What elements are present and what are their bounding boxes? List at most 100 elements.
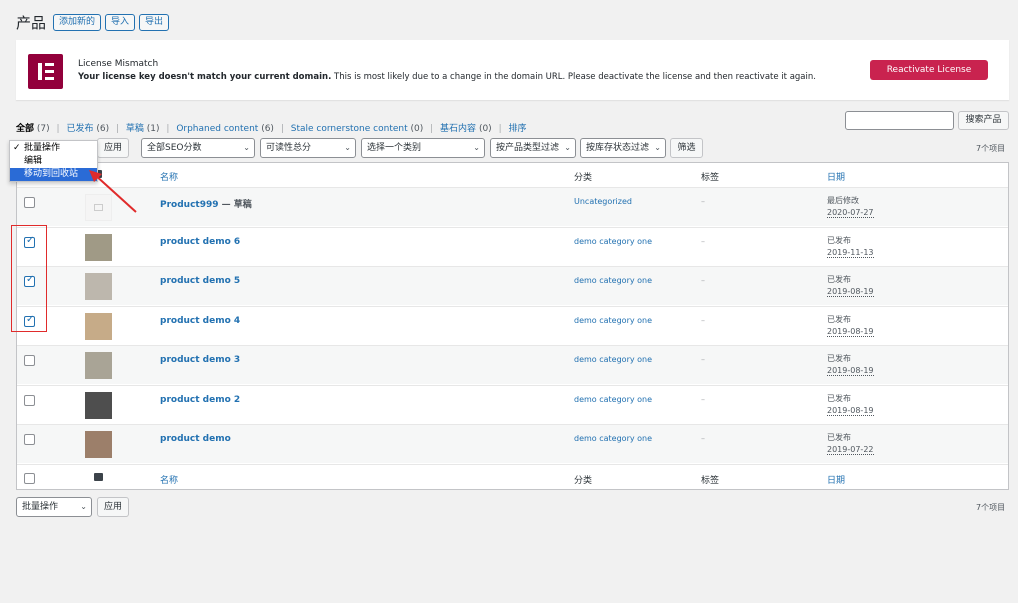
row-checkbox[interactable] bbox=[24, 197, 35, 208]
category-select[interactable]: 选择一个类别 ⌄ bbox=[361, 138, 485, 158]
column-category: 分类 bbox=[574, 173, 593, 183]
filter-draft[interactable]: 草稿 bbox=[126, 124, 144, 134]
product-tags: – bbox=[701, 197, 705, 206]
filter-cornerstone[interactable]: 基石内容 bbox=[440, 124, 476, 134]
bulk-option-move-to-trash[interactable]: 移动到回收站 bbox=[10, 168, 97, 181]
apply-button-bottom[interactable]: 应用 bbox=[97, 497, 129, 517]
chevron-down-icon: ⌄ bbox=[243, 143, 250, 152]
bulk-option-edit[interactable]: 编辑 bbox=[10, 155, 97, 168]
date-status: 已发布 bbox=[827, 315, 851, 324]
date-value: 2019-08-19 bbox=[827, 366, 874, 376]
page-title: 产品 bbox=[16, 14, 47, 32]
filter-all[interactable]: 全部 bbox=[16, 124, 34, 134]
apply-button[interactable]: 应用 bbox=[97, 138, 129, 158]
product-name-link[interactable]: Product999 — 草稿 bbox=[160, 197, 252, 210]
product-category-link[interactable]: demo category one bbox=[574, 434, 652, 443]
date-status: 最后修改 bbox=[827, 196, 859, 205]
date-status: 已发布 bbox=[827, 354, 851, 363]
product-thumbnail bbox=[85, 273, 112, 300]
checkmark-icon: ✓ bbox=[13, 143, 21, 153]
notice-text: Your license key doesn't match your curr… bbox=[78, 72, 816, 82]
filter-orphaned[interactable]: Orphaned content bbox=[176, 124, 258, 134]
search-products-button[interactable]: 搜索产品 bbox=[958, 111, 1009, 130]
table-row: product demo 4 demo category one – 已发布 2… bbox=[17, 306, 1008, 345]
bulk-actions-dropdown[interactable]: ✓ 批量操作 编辑 移动到回收站 bbox=[9, 140, 98, 182]
filter-button[interactable]: 筛选 bbox=[670, 138, 703, 158]
row-checkbox[interactable] bbox=[24, 395, 35, 406]
chevron-down-icon: ⌄ bbox=[344, 143, 351, 152]
import-button[interactable]: 导入 bbox=[105, 14, 136, 31]
table-row: product demo 5 demo category one – 已发布 2… bbox=[17, 266, 1008, 305]
product-type-select[interactable]: 按产品类型过滤 ⌄ bbox=[490, 138, 576, 158]
status-filter-links: 全部 (7) | 已发布 (6) | 草稿 (1) | Orphaned con… bbox=[16, 124, 527, 134]
seo-score-select[interactable]: 全部SEO分数 ⌄ bbox=[141, 138, 255, 158]
column-tags: 标签 bbox=[701, 476, 720, 486]
product-name-link[interactable]: product demo 2 bbox=[160, 395, 240, 405]
readability-select[interactable]: 可读性总分 ⌄ bbox=[260, 138, 356, 158]
annotation-highlight-box bbox=[11, 225, 47, 332]
date-value: 2020-07-27 bbox=[827, 208, 874, 218]
product-category-link[interactable]: demo category one bbox=[574, 316, 652, 325]
filter-published[interactable]: 已发布 bbox=[66, 124, 93, 134]
date-value: 2019-07-22 bbox=[827, 445, 874, 455]
search-input[interactable] bbox=[845, 111, 954, 130]
filter-stale-cornerstone[interactable]: Stale cornerstone content bbox=[291, 124, 408, 134]
date-status: 已发布 bbox=[827, 275, 851, 284]
annotation-arrow-icon bbox=[89, 170, 137, 213]
product-thumbnail bbox=[85, 234, 112, 261]
product-category-link[interactable]: demo category one bbox=[574, 355, 652, 364]
column-category: 分类 bbox=[574, 476, 593, 486]
date-status: 已发布 bbox=[827, 236, 851, 245]
product-category-link[interactable]: demo category one bbox=[574, 237, 652, 246]
column-date[interactable]: 日期 bbox=[827, 170, 845, 183]
table-row: product demo 2 demo category one – 已发布 2… bbox=[17, 385, 1008, 424]
add-new-button[interactable]: 添加新的 bbox=[53, 14, 102, 31]
row-checkbox[interactable] bbox=[24, 355, 35, 366]
date-status: 已发布 bbox=[827, 433, 851, 442]
product-tags: – bbox=[701, 316, 705, 325]
export-button[interactable]: 导出 bbox=[139, 14, 170, 31]
column-tags: 标签 bbox=[701, 173, 720, 183]
license-notice: License Mismatch Your license key doesn'… bbox=[16, 40, 1009, 100]
product-name-link[interactable]: product demo bbox=[160, 434, 231, 444]
product-thumbnail bbox=[85, 313, 112, 340]
bulk-option-bulk-actions[interactable]: ✓ 批量操作 bbox=[10, 142, 97, 155]
product-name-link[interactable]: product demo 3 bbox=[160, 355, 240, 365]
item-count: 7个项目 bbox=[976, 144, 1006, 153]
table-row: product demo demo category one – 已发布 201… bbox=[17, 424, 1008, 463]
image-icon bbox=[94, 473, 103, 481]
notice-title: License Mismatch bbox=[78, 59, 159, 69]
date-status: 已发布 bbox=[827, 394, 851, 403]
item-count-bottom: 7个项目 bbox=[976, 503, 1006, 512]
product-tags: – bbox=[701, 434, 705, 443]
row-checkbox[interactable] bbox=[24, 434, 35, 445]
product-category-link[interactable]: Uncategorized bbox=[574, 197, 632, 206]
elementor-logo-icon bbox=[28, 54, 63, 89]
product-category-link[interactable]: demo category one bbox=[574, 395, 652, 404]
product-tags: – bbox=[701, 276, 705, 285]
select-all-checkbox[interactable] bbox=[24, 473, 35, 484]
column-date[interactable]: 日期 bbox=[827, 473, 845, 486]
table-header: 名称 分类 标签 日期 bbox=[17, 163, 1008, 187]
table-row: Product999 — 草稿 Uncategorized – 最后修改 202… bbox=[17, 187, 1008, 226]
product-category-link[interactable]: demo category one bbox=[574, 276, 652, 285]
chevron-down-icon: ⌄ bbox=[654, 143, 661, 152]
product-name-link[interactable]: product demo 4 bbox=[160, 316, 240, 326]
product-name-link[interactable]: product demo 6 bbox=[160, 237, 240, 247]
filter-sorting[interactable]: 排序 bbox=[508, 124, 526, 134]
date-value: 2019-08-19 bbox=[827, 287, 874, 297]
product-tags: – bbox=[701, 395, 705, 404]
table-row: product demo 3 demo category one – 已发布 2… bbox=[17, 345, 1008, 384]
product-thumbnail bbox=[85, 352, 112, 379]
table-row: product demo 6 demo category one – 已发布 2… bbox=[17, 227, 1008, 266]
bulk-actions-select-bottom[interactable]: 批量操作 ⌄ bbox=[16, 497, 92, 517]
reactivate-license-button[interactable]: Reactivate License bbox=[870, 60, 988, 80]
product-name-link[interactable]: product demo 5 bbox=[160, 276, 240, 286]
column-name[interactable]: 名称 bbox=[160, 170, 178, 183]
products-table: 名称 分类 标签 日期 Product999 — 草稿 Uncategorize… bbox=[16, 162, 1009, 490]
product-tags: – bbox=[701, 237, 705, 246]
column-name[interactable]: 名称 bbox=[160, 473, 178, 486]
stock-status-select[interactable]: 按库存状态过滤 ⌄ bbox=[580, 138, 666, 158]
product-thumbnail bbox=[85, 431, 112, 458]
chevron-down-icon: ⌄ bbox=[473, 143, 480, 152]
